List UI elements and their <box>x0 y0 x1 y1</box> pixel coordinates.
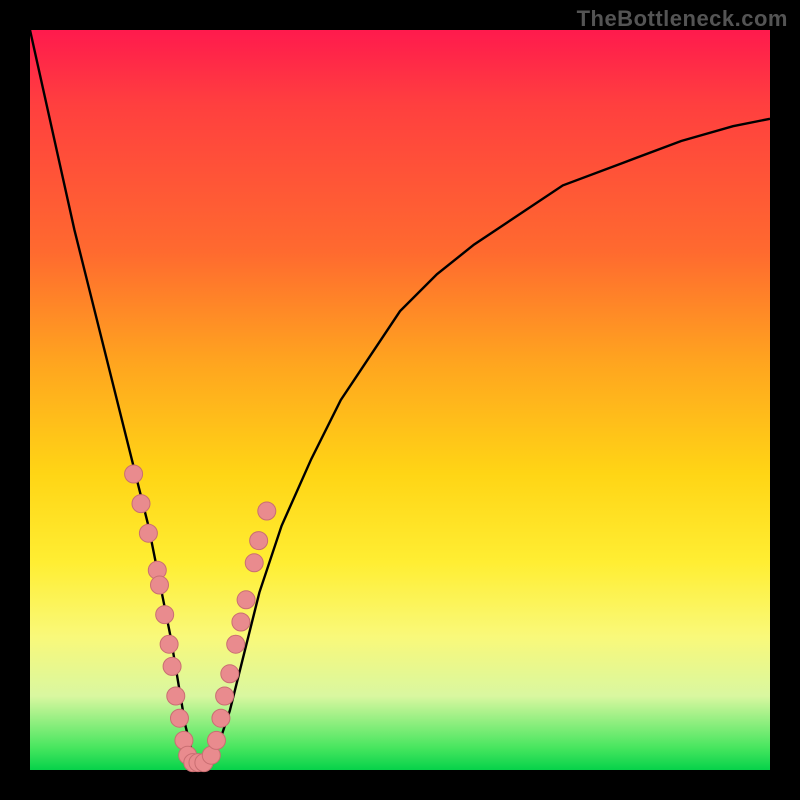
data-marker <box>132 495 150 513</box>
data-marker <box>163 657 181 675</box>
data-marker <box>170 709 188 727</box>
data-marker <box>167 687 185 705</box>
data-marker <box>139 524 157 542</box>
data-marker <box>258 502 276 520</box>
data-marker <box>250 532 268 550</box>
data-marker <box>207 731 225 749</box>
chart-svg <box>30 30 770 770</box>
data-marker <box>216 687 234 705</box>
data-marker <box>156 606 174 624</box>
data-marker <box>227 635 245 653</box>
curve-layer <box>30 30 770 770</box>
data-marker <box>160 635 178 653</box>
data-marker <box>237 591 255 609</box>
data-marker <box>151 576 169 594</box>
data-marker <box>125 465 143 483</box>
data-marker <box>232 613 250 631</box>
data-marker <box>245 554 263 572</box>
watermark-text: TheBottleneck.com <box>577 6 788 32</box>
data-marker <box>221 665 239 683</box>
bottleneck-curve <box>30 30 770 770</box>
chart-frame: TheBottleneck.com <box>0 0 800 800</box>
data-marker <box>212 709 230 727</box>
